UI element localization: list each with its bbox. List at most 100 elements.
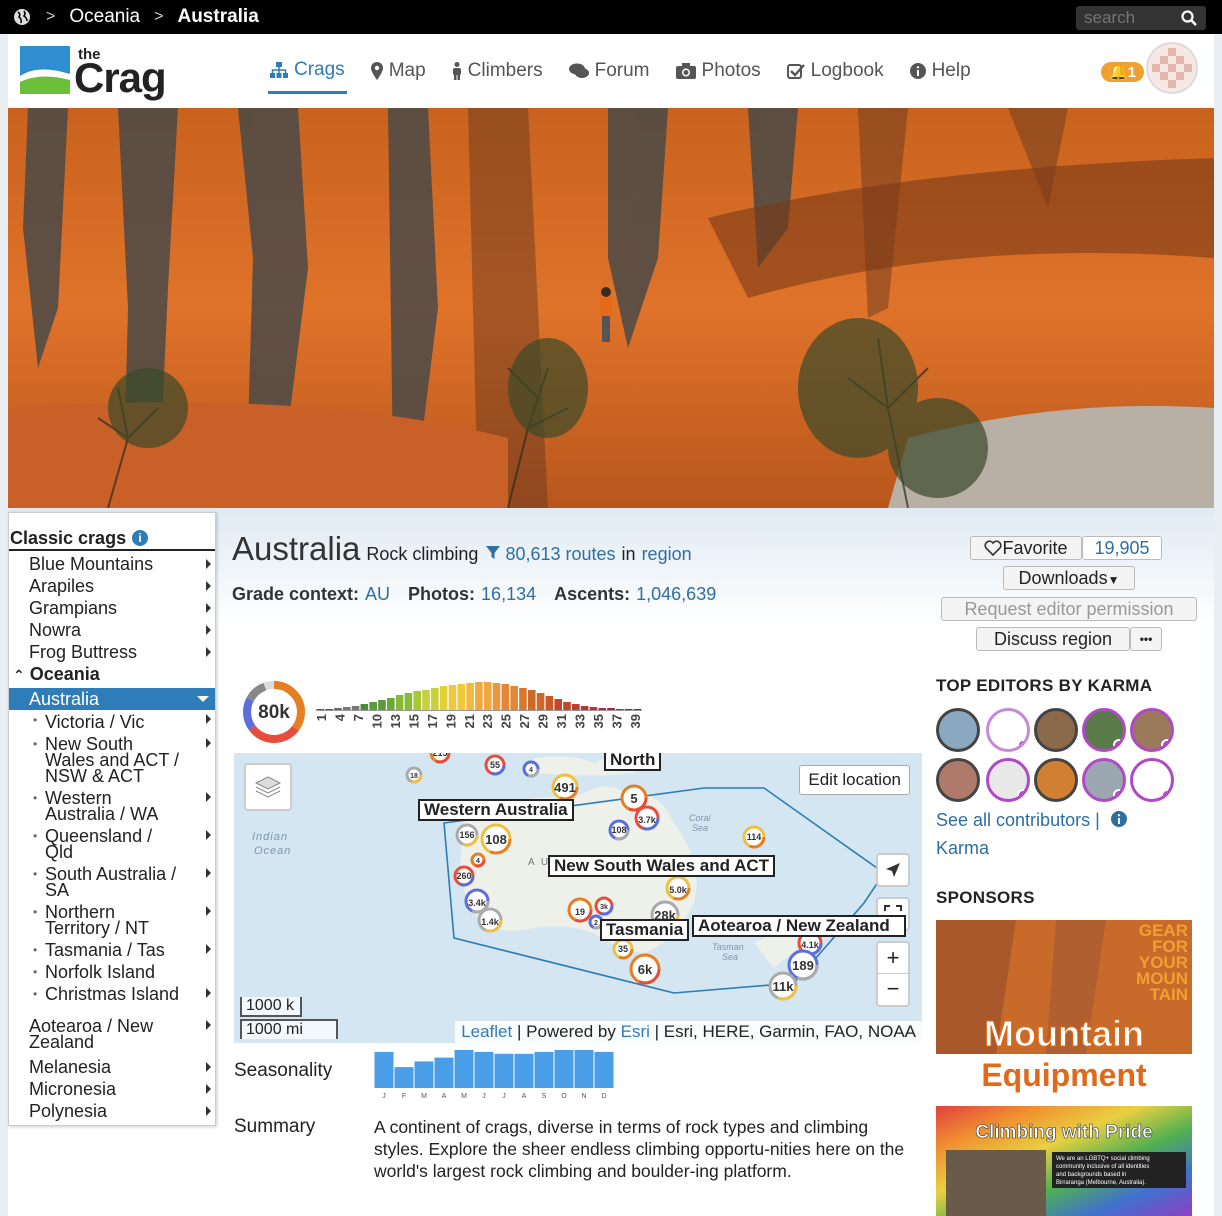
sidebar-item-label: Grampians: [29, 598, 118, 618]
grade-bar: [572, 704, 580, 710]
sidebar-item-norfolk[interactable]: Norfolk Island: [9, 963, 215, 986]
sidebar-item-victoria[interactable]: Victoria / Vic: [9, 712, 215, 736]
sidebar-item-arapiles[interactable]: Arapiles: [9, 575, 215, 597]
map-label-nsw[interactable]: New South Wales and ACT: [548, 855, 776, 877]
editor-avatar[interactable]: [1034, 708, 1078, 752]
routes-link[interactable]: 80,613 routes: [486, 544, 616, 565]
map[interactable]: Indian Ocean Coral Sea Tasman Sea A U 21…: [234, 753, 922, 1043]
karma-link[interactable]: Karma: [936, 838, 989, 858]
map-label-north[interactable]: North: [604, 753, 662, 771]
sponsor-banner: GEAR FOR YOUR MOUN TAIN Mountain Equipme…: [936, 920, 1192, 1098]
contributors-links: See all contributors | Karma: [936, 806, 1176, 862]
region-link[interactable]: region: [642, 544, 692, 565]
sidebar-item-tasmania[interactable]: Tasmania / Tas: [9, 941, 215, 964]
map-cluster-count: 108: [485, 832, 507, 847]
nav-photos[interactable]: Photos: [674, 48, 763, 94]
request-editor-button[interactable]: Request editor permission: [941, 597, 1197, 621]
editor-avatar[interactable]: [986, 758, 1030, 802]
editor-avatar[interactable]: [1034, 758, 1078, 802]
sidebar-item-label: Blue Mountains: [29, 554, 154, 574]
grade-context-link[interactable]: AU: [365, 584, 390, 605]
editor-avatar[interactable]: [936, 708, 980, 752]
editor-avatar[interactable]: [1130, 758, 1174, 802]
season-bar: [454, 1050, 474, 1088]
sidebar-item-qld[interactable]: Queensland /Qld: [9, 827, 215, 866]
map-label-nz[interactable]: Aotearoa / New Zealand: [692, 915, 906, 937]
grade-bar: [501, 684, 510, 710]
editor-avatar[interactable]: [1082, 758, 1126, 802]
downloads-button[interactable]: Downloads▼: [1003, 566, 1135, 590]
sidebar-item-micronesia[interactable]: Micronesia: [9, 1078, 215, 1100]
map-label-wa[interactable]: Western Australia: [418, 799, 574, 821]
grade-histogram[interactable]: 14710 1315 1719 2123 2527 2931 3335 3739: [316, 676, 642, 738]
nav-map[interactable]: Map: [369, 48, 428, 94]
nav-climbers[interactable]: Climbers: [450, 48, 545, 94]
notification-badge[interactable]: 🔔1: [1100, 62, 1144, 82]
photos-link[interactable]: 16,134: [481, 584, 536, 605]
favorite-count[interactable]: 19,905: [1082, 536, 1162, 560]
checkbox-icon: [786, 64, 805, 79]
sidebar-item-polynesia[interactable]: Polynesia: [9, 1100, 215, 1122]
search-input[interactable]: [1076, 8, 1176, 28]
locate-button[interactable]: [876, 853, 910, 887]
sidebar-item-grampians[interactable]: Grampians: [9, 597, 215, 619]
breadcrumb-oceania[interactable]: Oceania: [69, 6, 140, 28]
sponsor-climbing-with-pride[interactable]: Climbing with Pride We are an LGBTQ+ soc…: [936, 1106, 1192, 1216]
map-cluster: 1.4k: [477, 907, 503, 933]
sidebar-item-blue-mountains[interactable]: Blue Mountains: [9, 553, 215, 575]
grade-bar: [589, 707, 598, 710]
grade-bar: [325, 709, 333, 710]
season-bar: [434, 1057, 454, 1088]
nav-help[interactable]: Help: [908, 48, 973, 94]
grade-bar: [554, 699, 563, 710]
search-box[interactable]: [1076, 6, 1206, 30]
sidebar-item-sa[interactable]: South Australia /SA: [9, 865, 215, 904]
grade-bar: [395, 695, 404, 710]
zoom-out-button[interactable]: −: [878, 974, 908, 1005]
globe-icon[interactable]: [12, 7, 32, 27]
season-month-label: A: [442, 1093, 447, 1100]
info-icon[interactable]: i: [132, 530, 149, 546]
esri-link[interactable]: Esri: [621, 1022, 650, 1041]
favorite-button[interactable]: Favorite: [970, 536, 1082, 560]
caret-right-icon: [206, 988, 211, 998]
sidebar-item-nsw[interactable]: New SouthWales and ACT /NSW & ACT: [9, 735, 215, 790]
nav-crags[interactable]: Crags: [268, 48, 347, 94]
sidebar-item-aotearoa[interactable]: Aotearoa / New Zealand: [9, 1017, 215, 1056]
editor-avatar[interactable]: [986, 708, 1030, 752]
sidebar-item-australia[interactable]: Australia: [9, 688, 215, 710]
nav-climbers-label: Climbers: [467, 60, 543, 81]
nav-logbook[interactable]: Logbook: [785, 48, 886, 94]
breadcrumb-australia[interactable]: Australia: [177, 6, 258, 28]
editor-avatar[interactable]: [1082, 708, 1126, 752]
route-count-donut[interactable]: 80k: [242, 680, 306, 744]
info-icon[interactable]: [1110, 811, 1127, 827]
nav-forum[interactable]: Forum: [567, 48, 652, 94]
sidebar-item-oceania[interactable]: ⌃ Oceania: [9, 663, 215, 686]
map-label-tasmania[interactable]: Tasmania: [600, 919, 690, 941]
zoom-in-button[interactable]: +: [878, 943, 908, 974]
layers-button[interactable]: [244, 763, 292, 811]
ascents-link[interactable]: 1,046,639: [636, 584, 716, 605]
search-icon[interactable]: [1180, 9, 1198, 27]
seasonality-chart[interactable]: JFMAMJJASOND: [374, 1050, 614, 1100]
sidebar-item-nt[interactable]: NorthernTerritory / NT: [9, 903, 215, 942]
sidebar-item-label: NSW & ACT: [45, 766, 145, 786]
sidebar-item-frog-buttress[interactable]: Frog Buttress: [9, 641, 215, 663]
grade-tick-label: 35: [591, 714, 606, 728]
see-all-contributors-link[interactable]: See all contributors |: [936, 810, 1100, 830]
editor-avatar[interactable]: [936, 758, 980, 802]
grade-tick-label: 29: [536, 714, 551, 728]
more-options-button[interactable]: •••: [1130, 627, 1162, 651]
edit-location-button[interactable]: Edit location: [799, 765, 910, 795]
sidebar-item-christmas[interactable]: Christmas Island: [9, 985, 215, 1008]
leaflet-link[interactable]: Leaflet: [461, 1022, 512, 1041]
user-avatar[interactable]: [1146, 42, 1198, 94]
discuss-region-button[interactable]: Discuss region: [976, 627, 1130, 651]
sidebar-item-melanesia[interactable]: Melanesia: [9, 1056, 215, 1078]
sidebar-item-nowra[interactable]: Nowra: [9, 619, 215, 641]
thecrag-logo[interactable]: the Crag: [20, 44, 180, 101]
editor-avatar[interactable]: [1130, 708, 1174, 752]
sponsor-mountain-equipment[interactable]: GEAR FOR YOUR MOUN TAIN Mountain Equipme…: [936, 920, 1192, 1098]
sidebar-item-wa[interactable]: WesternAustralia / WA: [9, 789, 215, 828]
